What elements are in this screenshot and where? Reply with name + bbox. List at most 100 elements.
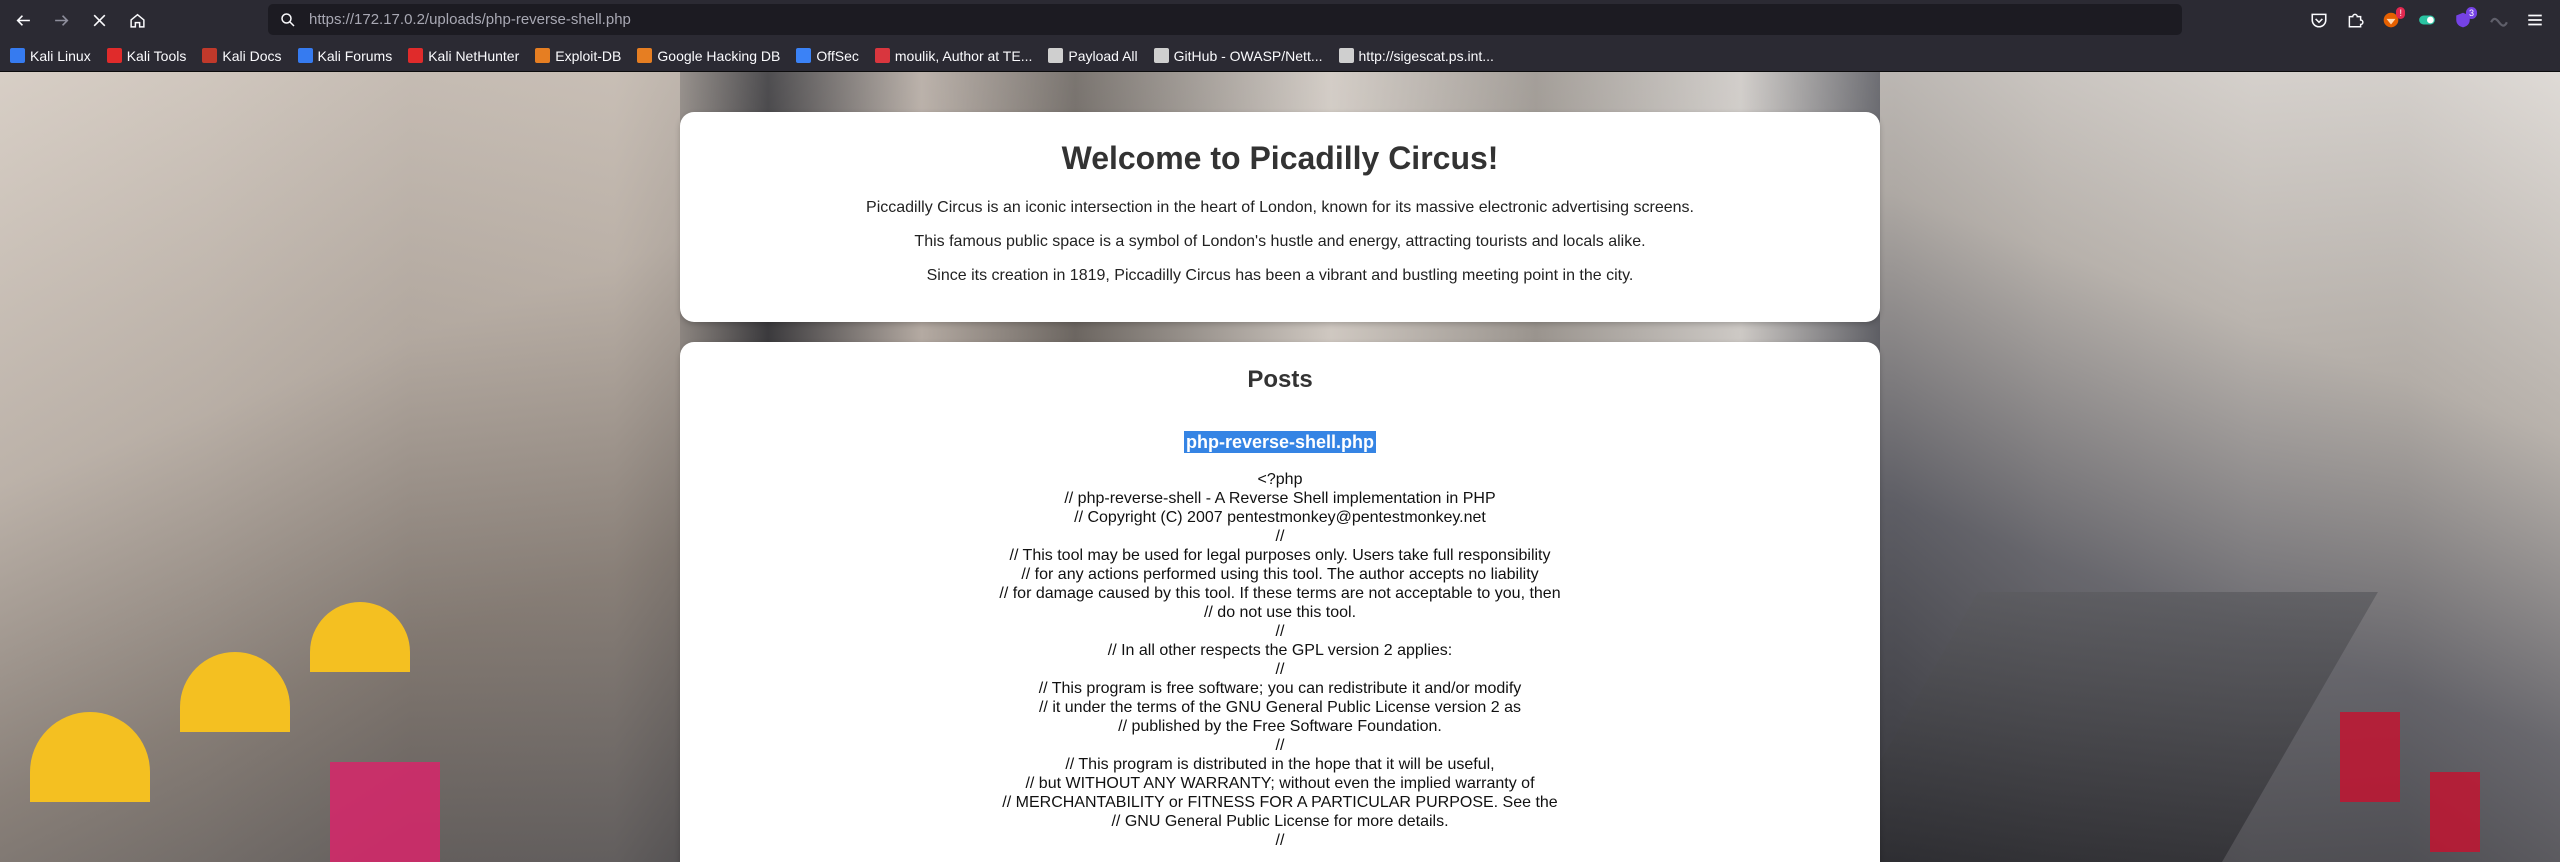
bookmark-owasp-github[interactable]: GitHub - OWASP/Nett... [1153,47,1323,64]
code-line: // GNU General Public License for more d… [1111,813,1449,830]
post-content: <?php // php-reverse-shell - A Reverse S… [680,470,1880,850]
bookmark-label: Kali NetHunter [428,47,520,64]
code-line: // php-reverse-shell - A Reverse Shell i… [1064,490,1496,507]
url-text[interactable]: https://172.17.0.2/uploads/php-reverse-s… [309,11,631,28]
bookmark-label: Kali Forums [317,47,393,64]
home-button[interactable] [122,5,152,35]
bookmark-payload-all[interactable]: Payload All [1048,47,1138,64]
intro-paragraph: This famous public space is a symbol of … [914,233,1646,250]
bookmark-exploit-db[interactable]: Exploit-DB [535,48,621,64]
toggle-extension-button[interactable] [2416,9,2438,31]
code-line: // [1275,623,1285,640]
globe-icon [1338,48,1354,63]
code-line: // but WITHOUT ANY WARRANTY; without eve… [1025,775,1535,792]
toolbar-right: ! 3 [2308,0,2546,40]
code-line: // do not use this tool. [1203,604,1357,621]
posts-heading: Posts [1247,366,1313,393]
page-title: Welcome to Picadilly Circus! [1061,140,1499,176]
post-title: php-reverse-shell.php [680,431,1880,453]
close-icon [93,14,105,26]
bookmark-google-hacking-db[interactable]: Google Hacking DB [637,48,780,64]
code-line: // This program is free software; you ca… [1038,680,1522,697]
kali-icon [10,48,25,63]
bookmark-label: moulik, Author at TE... [894,47,1033,64]
code-line: // Copyright (C) 2007 pentestmonkey@pent… [1074,509,1486,526]
kali-forums-icon [297,48,313,63]
url-path: /uploads/php-reverse-shell.php [424,11,631,28]
badge: 3 [2465,7,2477,19]
bookmark-label: OffSec [816,47,859,64]
bookmark-label: Kali Docs [222,47,282,64]
address-bar[interactable]: https://172.17.0.2/uploads/php-reverse-s… [268,4,2182,35]
bookmark-kali-nethunter[interactable]: Kali NetHunter [408,48,519,64]
bookmark-label: Kali Tools [126,47,187,64]
bookmark-kali-linux[interactable]: Kali Linux [10,48,91,64]
code-line: // [1275,737,1285,754]
code-line: // In all other respects the GPL version… [1107,642,1453,659]
page-viewport[interactable]: Welcome to Picadilly Circus! Piccadilly … [0,72,2560,862]
nethunter-icon [408,48,424,63]
bookmark-label: http://sigescat.ps.int... [1358,47,1494,64]
code-line: // [1275,528,1285,545]
home-icon [129,13,145,28]
pocket-button[interactable] [2308,9,2330,31]
code-line: <?php [1257,471,1303,488]
back-button[interactable] [8,5,38,35]
ghdb-icon [637,48,653,63]
bookmark-kali-docs[interactable]: Kali Docs [202,47,282,64]
github-icon [1048,48,1064,63]
arrow-right-icon [54,14,68,26]
code-line: // This tool may be used for legal purpo… [1009,547,1551,564]
puzzle-icon [2348,13,2364,28]
offsec-icon [796,48,812,63]
kali-docs-icon [202,48,218,63]
bookmark-label: GitHub - OWASP/Nett... [1173,47,1323,64]
foxyproxy-button[interactable]: ! [2380,7,2405,31]
hamburger-icon [2528,14,2542,26]
code-line: // [1275,661,1285,678]
forward-button[interactable] [46,5,76,35]
bookmark-moulik[interactable]: moulik, Author at TE... [874,47,1033,64]
bookmark-kali-tools[interactable]: Kali Tools [106,47,187,64]
background-image [2340,712,2400,802]
bookmark-offsec[interactable]: OffSec [796,48,859,64]
arrow-left-icon [16,14,30,26]
bookmark-label: Payload All [1068,47,1138,64]
menu-button[interactable] [2524,9,2546,31]
url-host: https://172.17.0.2 [309,11,425,28]
bookmarks-bar: Kali Linux Kali Tools Kali Docs Kali For… [0,40,2560,72]
kali-tools-icon [106,48,122,63]
background-image [2430,772,2480,852]
code-line: // This program is distributed in the ho… [1065,756,1495,773]
bookmark-label: Exploit-DB [555,47,622,64]
code-line: // MERCHANTABILITY or FITNESS FOR A PART… [1002,794,1558,811]
stop-button[interactable] [84,5,114,35]
welcome-card: Welcome to Picadilly Circus! Piccadilly … [680,112,1880,322]
background-image [330,762,440,862]
bookmark-label: Kali Linux [30,47,91,64]
bookmark-label: Google Hacking DB [657,47,781,64]
selected-post-title[interactable]: php-reverse-shell.php [1183,431,1377,453]
code-line: // published by the Free Software Founda… [1118,718,1442,735]
code-line: // for damage caused by this tool. If th… [999,585,1561,602]
extensions-button[interactable] [2344,9,2366,31]
badge: ! [2396,7,2405,19]
wappalyzer-button[interactable] [2488,9,2510,31]
bookmark-sigescat[interactable]: http://sigescat.ps.int... [1338,47,1494,64]
code-line: // it under the terms of the GNU General… [1038,699,1521,716]
wave-icon [2490,17,2508,27]
code-line: // for any actions performed using this … [1021,566,1539,583]
intro-paragraph: Piccadilly Circus is an iconic intersect… [866,199,1694,216]
purple-extension-button[interactable]: 3 [2452,7,2477,31]
code-line: // [1275,832,1285,849]
te-icon [874,48,890,63]
exploit-db-icon [535,48,551,63]
posts-card: Posts php-reverse-shell.php <?php // php… [680,342,1880,862]
github-icon [1153,48,1169,63]
browser-toolbar: https://172.17.0.2/uploads/php-reverse-s… [0,0,2560,40]
pocket-icon [2311,13,2327,28]
bookmark-kali-forums[interactable]: Kali Forums [297,47,393,64]
toggle-icon [2419,15,2435,25]
search-icon [281,12,295,27]
intro-paragraph: Since its creation in 1819, Piccadilly C… [926,267,1634,284]
